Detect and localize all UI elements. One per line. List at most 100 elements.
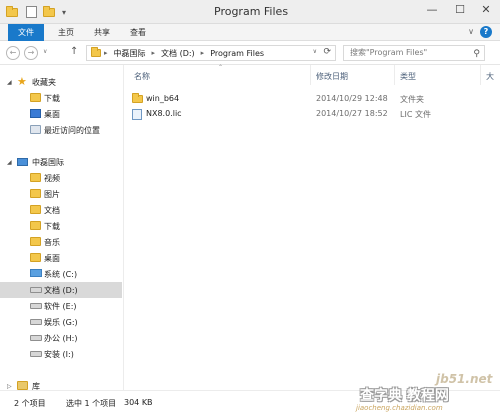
breadcrumb-separator[interactable]: ▸ bbox=[201, 49, 205, 57]
nav-label: 系统 (C:) bbox=[44, 269, 78, 279]
column-header-row: ⌃ 名称 修改日期 类型 大 bbox=[124, 64, 500, 85]
nav-label: 图片 bbox=[44, 189, 60, 199]
drive-icon bbox=[30, 317, 42, 327]
nav-drive-h[interactable]: 办公 (H:) bbox=[0, 330, 122, 346]
nav-favorite-downloads[interactable]: 下载 bbox=[0, 90, 122, 106]
tab-view[interactable]: 查看 bbox=[124, 24, 152, 41]
column-header-size[interactable]: 大 bbox=[486, 71, 494, 82]
nav-label: 桌面 bbox=[44, 253, 60, 263]
nav-label: 音乐 bbox=[44, 237, 60, 247]
nav-drive-i[interactable]: 安装 (I:) bbox=[0, 346, 122, 362]
column-header-name[interactable]: 名称 bbox=[134, 71, 150, 82]
breadcrumb-pc[interactable]: 中磊国际 bbox=[114, 48, 146, 59]
nav-favorite-desktop[interactable]: 桌面 bbox=[0, 106, 122, 122]
column-divider[interactable] bbox=[480, 65, 481, 85]
search-placeholder: 搜索"Program Files" bbox=[350, 48, 428, 57]
column-header-modified[interactable]: 修改日期 bbox=[316, 71, 348, 82]
nav-label: 文档 bbox=[44, 205, 60, 215]
quick-access-dropdown-icon[interactable]: ▾ bbox=[62, 8, 66, 17]
breadcrumb-separator[interactable]: ▸ bbox=[104, 49, 108, 57]
nav-label: 视频 bbox=[44, 173, 60, 183]
nav-drive-e[interactable]: 软件 (E:) bbox=[0, 298, 122, 314]
collapse-icon[interactable]: ◢ bbox=[7, 159, 12, 166]
close-button[interactable]: ✕ bbox=[472, 0, 500, 20]
back-button[interactable]: ← bbox=[6, 46, 20, 60]
column-divider[interactable] bbox=[394, 65, 395, 85]
folder-icon bbox=[6, 6, 19, 18]
tab-home[interactable]: 主页 bbox=[52, 24, 80, 41]
navigation-pane: ◢ ★ 收藏夹 下载 桌面 最近访问的位置 ◢ 中磊国际 视频 图片 文档 下载… bbox=[0, 65, 124, 391]
drive-icon bbox=[30, 285, 42, 295]
desktop-folder-icon bbox=[30, 253, 41, 263]
address-row: ← → ∨ ↑ ▸ 中磊国际 ▸ 文档 (D:) ▸ Program Files… bbox=[0, 41, 500, 65]
folder-icon bbox=[91, 47, 101, 57]
collapse-icon[interactable]: ◢ bbox=[7, 79, 12, 86]
drive-icon bbox=[30, 301, 42, 311]
help-icon[interactable]: ? bbox=[480, 26, 492, 38]
maximize-button[interactable]: ☐ bbox=[446, 0, 474, 20]
nav-drive-d[interactable]: 文档 (D:) bbox=[0, 282, 122, 298]
file-modified: 2014/10/29 12:48 bbox=[316, 94, 388, 103]
new-folder-icon[interactable] bbox=[43, 6, 56, 18]
nav-drive-g[interactable]: 娱乐 (G:) bbox=[0, 314, 122, 330]
desktop-icon bbox=[30, 109, 41, 119]
minimize-button[interactable]: — bbox=[418, 0, 446, 20]
tab-share[interactable]: 共享 bbox=[88, 24, 116, 41]
file-name: win_b64 bbox=[146, 94, 180, 103]
documents-folder-icon bbox=[30, 205, 41, 215]
title-bar: ▾ Program Files — ☐ ✕ bbox=[0, 0, 500, 24]
nav-label: 最近访问的位置 bbox=[44, 125, 100, 135]
nav-videos[interactable]: 视频 bbox=[0, 170, 122, 186]
nav-pictures[interactable]: 图片 bbox=[0, 186, 122, 202]
nav-label: 下载 bbox=[44, 93, 60, 103]
videos-folder-icon bbox=[30, 173, 41, 183]
nav-label: 办公 (H:) bbox=[44, 333, 78, 343]
nav-label: 娱乐 (G:) bbox=[44, 317, 78, 327]
computer-icon bbox=[17, 157, 28, 167]
address-bar[interactable]: ▸ 中磊国际 ▸ 文档 (D:) ▸ Program Files ∨ ⟳ bbox=[86, 45, 336, 61]
windows-drive-icon bbox=[30, 269, 42, 279]
breadcrumb-drive-d[interactable]: 文档 (D:) bbox=[161, 48, 195, 59]
nav-label: 收藏夹 bbox=[32, 77, 56, 87]
column-header-type[interactable]: 类型 bbox=[400, 71, 416, 82]
recent-locations-icon[interactable]: ∨ bbox=[43, 48, 47, 55]
nav-desktop[interactable]: 桌面 bbox=[0, 250, 122, 266]
nav-drive-c[interactable]: 系统 (C:) bbox=[0, 266, 122, 282]
address-dropdown-icon[interactable]: ∨ bbox=[313, 48, 317, 55]
sort-ascending-icon: ⌃ bbox=[218, 64, 224, 71]
folder-icon bbox=[132, 93, 143, 103]
nav-label: 下载 bbox=[44, 221, 60, 231]
selection-size: 304 KB bbox=[124, 398, 153, 407]
column-divider[interactable] bbox=[310, 65, 311, 85]
table-row[interactable]: win_b64 2014/10/29 12:48 文件夹 bbox=[130, 92, 500, 107]
forward-button[interactable]: → bbox=[24, 46, 38, 60]
item-count: 2 个项目 bbox=[14, 399, 46, 408]
nav-documents[interactable]: 文档 bbox=[0, 202, 122, 218]
ribbon-tabs: 文件 主页 共享 查看 ∨ ? bbox=[0, 24, 500, 41]
nav-label: 中磊国际 bbox=[32, 157, 64, 167]
up-button[interactable]: ↑ bbox=[70, 46, 78, 57]
table-row[interactable]: NX8.0.lic 2014/10/27 18:52 LIC 文件 bbox=[130, 107, 500, 122]
breadcrumb-program-files[interactable]: Program Files bbox=[210, 49, 264, 58]
refresh-icon[interactable]: ⟳ bbox=[323, 47, 331, 57]
breadcrumb-separator[interactable]: ▸ bbox=[152, 49, 156, 57]
music-folder-icon bbox=[30, 237, 41, 247]
search-input[interactable]: 搜索"Program Files" ⚲ bbox=[343, 45, 485, 61]
file-type: LIC 文件 bbox=[400, 110, 431, 119]
selection-count: 选中 1 个项目 bbox=[66, 399, 117, 408]
drive-icon bbox=[30, 333, 42, 343]
nav-music[interactable]: 音乐 bbox=[0, 234, 122, 250]
nav-downloads[interactable]: 下载 bbox=[0, 218, 122, 234]
ribbon-expand-icon[interactable]: ∨ bbox=[468, 27, 474, 36]
search-icon[interactable]: ⚲ bbox=[473, 47, 480, 61]
properties-icon[interactable] bbox=[26, 6, 37, 18]
tab-file[interactable]: 文件 bbox=[8, 24, 44, 41]
nav-this-pc[interactable]: ◢ 中磊国际 bbox=[0, 154, 122, 170]
nav-favorite-recent[interactable]: 最近访问的位置 bbox=[0, 122, 122, 138]
file-type: 文件夹 bbox=[400, 95, 424, 104]
nav-label: 软件 (E:) bbox=[44, 301, 77, 311]
nav-favorites[interactable]: ◢ ★ 收藏夹 bbox=[0, 74, 122, 90]
pictures-folder-icon bbox=[30, 189, 41, 199]
nav-label: 桌面 bbox=[44, 109, 60, 119]
expand-icon[interactable]: ▷ bbox=[7, 383, 12, 390]
